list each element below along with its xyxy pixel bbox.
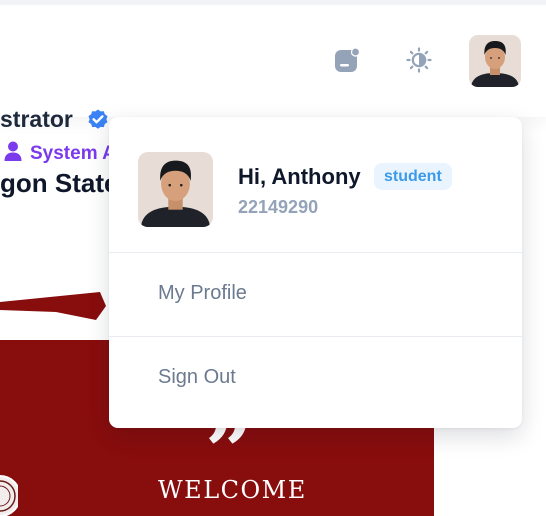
user-dropdown-menu: Hi, Anthony student 22149290 My Profile … [109, 117, 522, 428]
notification-button[interactable] [329, 44, 365, 80]
user-role-title: strator [0, 106, 73, 132]
student-id: 22149290 [238, 197, 319, 217]
sign-out-label: Sign Out [158, 366, 236, 388]
avatar [138, 152, 213, 227]
user-greeting: Hi, Anthony [238, 164, 361, 189]
system-role-badge: System A [4, 141, 116, 167]
top-navigation-bar [0, 0, 546, 117]
school-name: gon State [0, 168, 119, 198]
verified-badge-icon [86, 108, 110, 137]
theme-toggle-button[interactable] [401, 44, 437, 80]
sign-out-menu-item[interactable]: Sign Out [109, 337, 522, 420]
my-profile-label: My Profile [158, 282, 247, 304]
system-role-label: System A [30, 143, 116, 164]
school-seal-logo [0, 475, 18, 516]
avatar [469, 35, 521, 87]
dropdown-user-header: Hi, Anthony student 22149290 [109, 117, 522, 253]
user-avatar-button[interactable] [469, 35, 521, 87]
my-profile-menu-item[interactable]: My Profile [109, 253, 522, 336]
sun-icon [405, 46, 433, 79]
notification-icon [333, 46, 361, 79]
welcome-text: WELCOME [158, 476, 307, 504]
red-arrow-decoration [0, 292, 106, 320]
dropdown-avatar [138, 152, 213, 227]
user-role-badge: student [374, 163, 452, 190]
user-icon [4, 141, 22, 167]
